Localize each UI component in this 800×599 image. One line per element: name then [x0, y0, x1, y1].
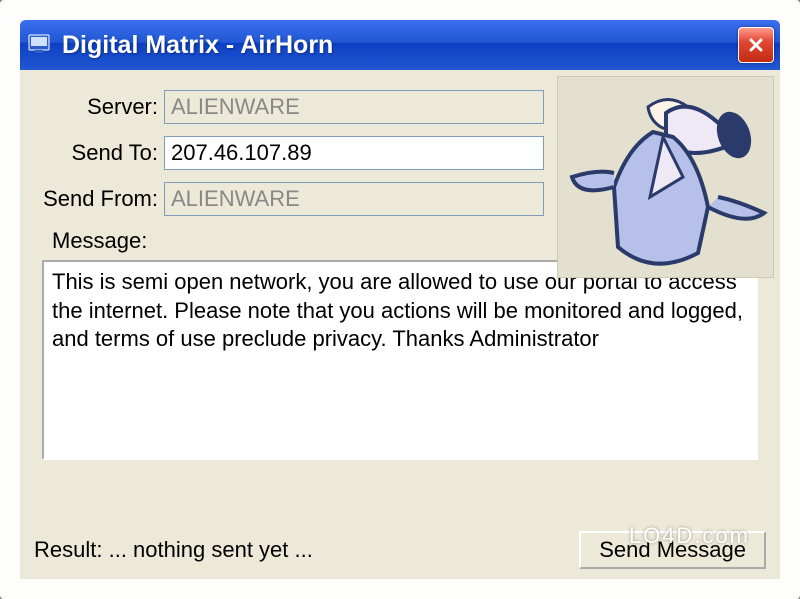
client-area: Server: Send To: Send From: Message: Res… — [20, 70, 780, 579]
megaphone-illustration — [557, 76, 774, 278]
message-textarea[interactable] — [42, 260, 758, 460]
send-message-button[interactable]: Send Message — [579, 531, 766, 569]
server-input — [164, 90, 544, 124]
send-from-label: Send From: — [34, 186, 164, 212]
result-text: Result: ... nothing sent yet ... — [34, 537, 579, 563]
result-label: Result: — [34, 537, 102, 562]
send-from-input — [164, 182, 544, 216]
close-button[interactable] — [738, 27, 774, 63]
bottom-row: Result: ... nothing sent yet ... Send Me… — [34, 531, 766, 569]
app-icon — [26, 30, 52, 61]
send-to-label: Send To: — [34, 140, 164, 166]
close-icon — [748, 37, 764, 53]
server-label: Server: — [34, 94, 164, 120]
send-to-input[interactable] — [164, 136, 544, 170]
titlebar: Digital Matrix - AirHorn — [20, 20, 780, 70]
result-status: ... nothing sent yet ... — [109, 537, 313, 562]
window-title: Digital Matrix - AirHorn — [62, 31, 333, 60]
